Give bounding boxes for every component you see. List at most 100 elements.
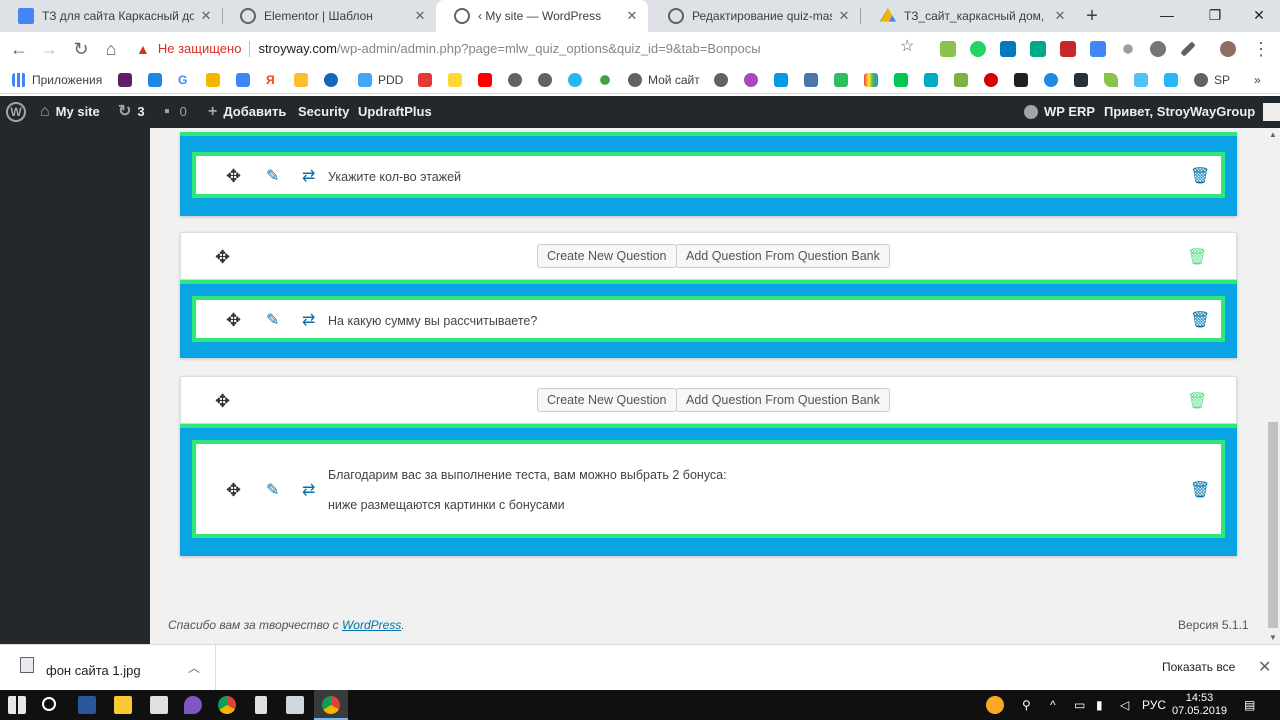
bookmark-item[interactable] xyxy=(924,72,944,88)
show-all-downloads-button[interactable]: Показать все xyxy=(1162,660,1235,674)
tab-tz-doc[interactable]: ТЗ для сайта Каркасный дом, ✕ xyxy=(0,0,222,32)
back-arrow-icon[interactable]: ← xyxy=(8,38,30,60)
translate-icon[interactable] xyxy=(1090,41,1106,57)
bookmark-item[interactable] xyxy=(508,72,528,88)
bookmark-item[interactable] xyxy=(448,72,468,88)
windows-start-icon[interactable] xyxy=(8,696,26,714)
bookmark-vk[interactable] xyxy=(804,72,824,88)
move-icon[interactable]: ✥ xyxy=(226,310,241,331)
bookmark-youtube[interactable] xyxy=(478,72,498,88)
trash-icon[interactable]: 🗑 xyxy=(1187,247,1207,267)
close-tab-icon[interactable]: ✕ xyxy=(624,8,640,24)
menu-kebab-icon[interactable]: ⋮ xyxy=(1250,38,1272,60)
volume-icon[interactable]: ◁ xyxy=(1120,698,1129,712)
help-icon[interactable] xyxy=(986,696,1004,714)
trash-icon[interactable]: 🗑 xyxy=(1190,310,1210,330)
admin-bar-account[interactable]: Привет, StroyWayGroup xyxy=(1104,96,1280,128)
home-icon[interactable]: ⌂ xyxy=(100,38,122,60)
trash-icon[interactable]: 🗑 xyxy=(1190,166,1210,186)
bookmark-item[interactable] xyxy=(1074,72,1094,88)
add-from-question-bank-button[interactable]: Add Question From Question Bank xyxy=(676,244,890,268)
extension-icon[interactable] xyxy=(1060,41,1076,57)
minimize-button[interactable]: — xyxy=(1144,0,1190,32)
eyedropper-icon[interactable] xyxy=(1180,41,1196,57)
bookmark-item[interactable] xyxy=(744,72,764,88)
bookmark-item[interactable] xyxy=(294,72,314,88)
admin-bar-site[interactable]: ⌂ My site xyxy=(40,96,100,128)
chevron-up-icon[interactable]: ︿ xyxy=(188,659,200,676)
create-new-question-button[interactable]: Create New Question xyxy=(537,244,677,268)
close-tab-icon[interactable]: ✕ xyxy=(836,8,852,24)
bookmark-item[interactable] xyxy=(984,72,1004,88)
address-bar[interactable]: ▲ Не защищено stroyway.com /wp-admin/adm… xyxy=(136,36,926,62)
tab-tz-drive[interactable]: ТЗ_сайт_каркасный дом, котт ✕ xyxy=(862,0,1076,32)
bookmark-item[interactable] xyxy=(1044,72,1064,88)
network-icon[interactable]: ▭ xyxy=(1074,698,1085,712)
extension-icon[interactable] xyxy=(1030,41,1046,57)
bookmark-star-icon[interactable]: ☆ xyxy=(900,36,914,56)
admin-bar-add-new[interactable]: + Добавить xyxy=(208,96,286,128)
trash-icon[interactable]: 🗑 xyxy=(1190,480,1210,500)
app-icon[interactable] xyxy=(150,696,168,714)
profile-avatar-icon[interactable] xyxy=(1220,41,1236,57)
scroll-down-icon[interactable]: ▼ xyxy=(1269,633,1277,642)
extension-icon[interactable] xyxy=(1150,41,1166,57)
taskbar-clock[interactable]: 14:53 07.05.2019 xyxy=(1172,692,1227,718)
bookmark-item[interactable] xyxy=(1164,72,1184,88)
add-from-question-bank-button[interactable]: Add Question From Question Bank xyxy=(676,388,890,412)
tab-quiz-master[interactable]: Редактирование quiz-master- ✕ xyxy=(650,0,860,32)
admin-bar-updraftplus[interactable]: UpdraftPlus xyxy=(358,96,432,128)
bookmark-item[interactable] xyxy=(894,72,914,88)
bookmark-slack[interactable] xyxy=(118,72,138,88)
bookmark-google[interactable]: G xyxy=(178,72,187,88)
bookmark-item[interactable] xyxy=(714,72,734,88)
bookmark-pdd[interactable]: PDD xyxy=(358,72,403,88)
move-icon[interactable]: ✥ xyxy=(226,166,241,187)
bookmark-item[interactable] xyxy=(148,72,168,88)
reload-icon[interactable]: ↻ xyxy=(70,38,92,60)
close-tab-icon[interactable]: ✕ xyxy=(1052,8,1068,24)
bookmarks-overflow-icon[interactable]: » xyxy=(1254,72,1261,88)
trash-icon[interactable]: 🗑 xyxy=(1187,391,1207,411)
bookmark-item[interactable] xyxy=(1104,72,1124,88)
repeat-icon[interactable]: ⇄ xyxy=(302,166,315,186)
bookmark-my-site[interactable]: Мой сайт xyxy=(628,72,700,88)
repeat-icon[interactable]: ⇄ xyxy=(302,480,315,500)
bookmark-yandex[interactable]: Я xyxy=(266,72,275,88)
tray-chevron-up-icon[interactable]: ^ xyxy=(1050,698,1056,712)
bookmark-item[interactable] xyxy=(568,72,588,88)
repeat-icon[interactable]: ⇄ xyxy=(302,310,315,330)
taskbar-active-chrome[interactable] xyxy=(314,690,348,720)
bookmark-item[interactable] xyxy=(598,72,618,88)
chrome-icon[interactable] xyxy=(218,696,236,714)
close-tab-icon[interactable]: ✕ xyxy=(198,8,214,24)
extension-icon[interactable] xyxy=(940,41,956,57)
move-icon[interactable]: ✥ xyxy=(215,247,230,268)
download-item[interactable]: фон сайта 1.jpg ︿ xyxy=(0,645,216,691)
bookmark-item[interactable] xyxy=(1134,72,1154,88)
scrollbar-thumb[interactable] xyxy=(1268,422,1278,628)
app-icon[interactable] xyxy=(286,696,304,714)
battery-icon[interactable]: ▮ xyxy=(1096,698,1103,712)
bookmark-item[interactable] xyxy=(774,72,794,88)
move-icon[interactable]: ✥ xyxy=(215,391,230,412)
notifications-icon[interactable]: ▤ xyxy=(1244,698,1255,712)
search-icon[interactable] xyxy=(42,697,56,711)
edit-pencil-icon[interactable]: ✎ xyxy=(266,166,279,186)
word-icon[interactable] xyxy=(78,696,96,714)
admin-bar-security[interactable]: Security xyxy=(298,96,349,128)
bookmark-drive[interactable] xyxy=(206,72,226,88)
scroll-up-icon[interactable]: ▲ xyxy=(1269,130,1277,139)
bookmark-docs[interactable] xyxy=(236,72,256,88)
close-tab-icon[interactable]: ✕ xyxy=(412,8,428,24)
edit-pencil-icon[interactable]: ✎ xyxy=(266,310,279,330)
bookmark-item[interactable] xyxy=(1014,72,1034,88)
bookmark-apps[interactable]: Приложения xyxy=(12,72,102,88)
people-icon[interactable]: ⚲ xyxy=(1022,698,1031,712)
move-icon[interactable]: ✥ xyxy=(226,480,241,501)
extension-icon[interactable] xyxy=(1123,44,1133,54)
app-icon[interactable] xyxy=(184,696,202,714)
forward-arrow-icon[interactable]: → xyxy=(38,38,60,60)
bookmark-item[interactable] xyxy=(538,72,558,88)
bookmark-item[interactable] xyxy=(418,72,438,88)
